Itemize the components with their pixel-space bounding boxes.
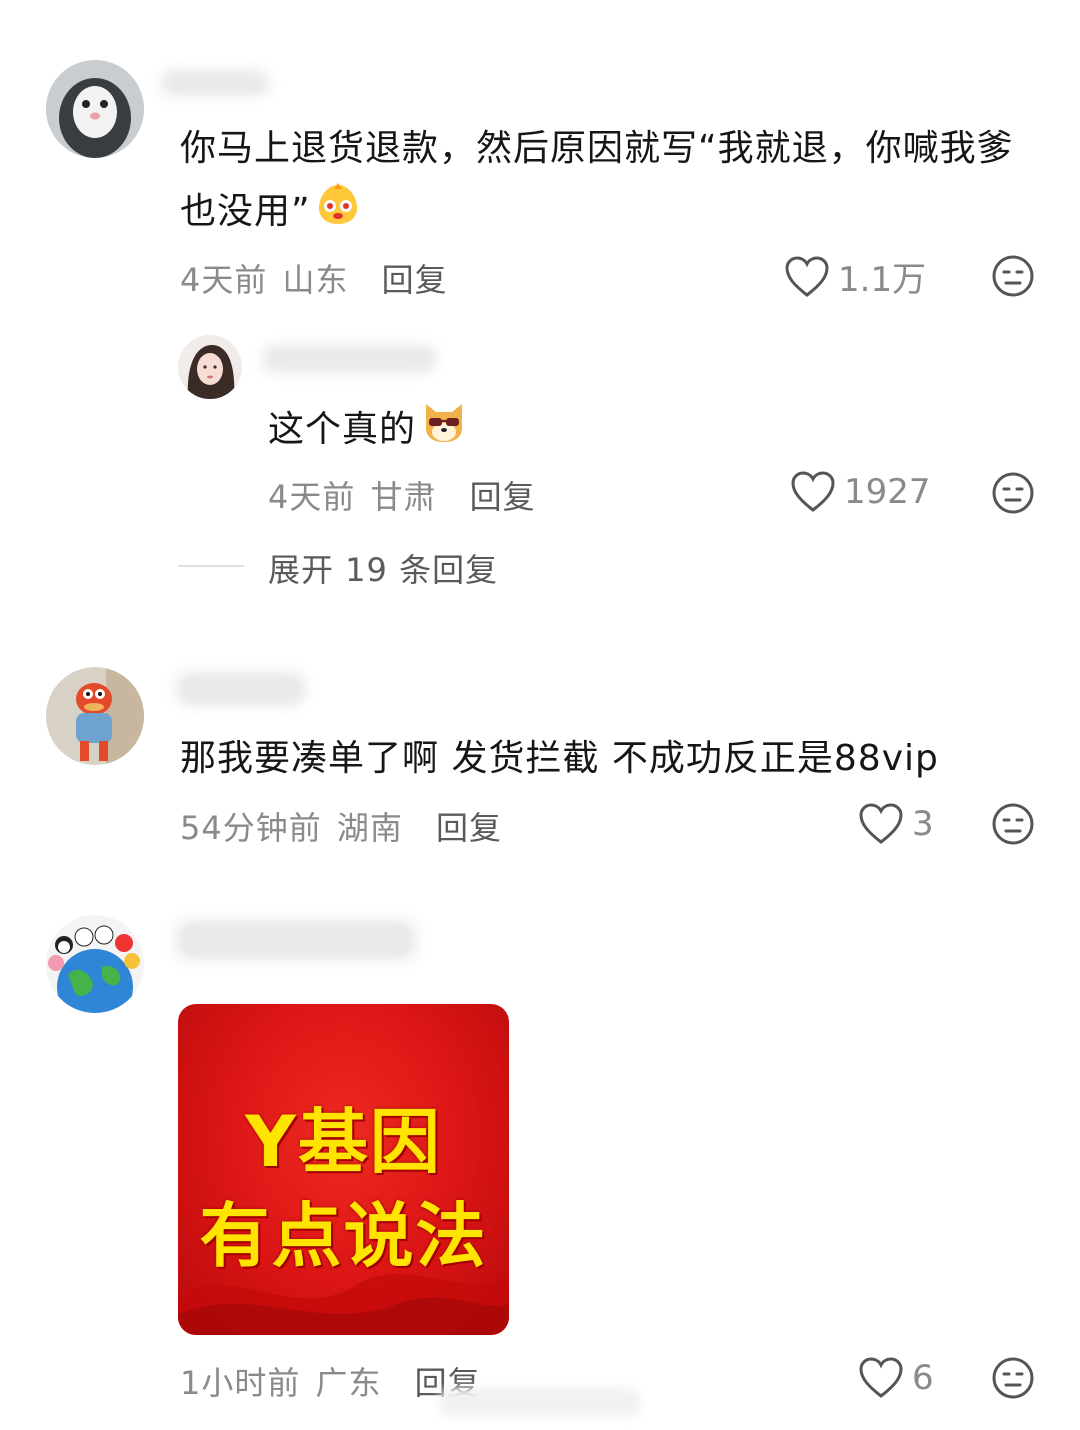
comment-time: 1小时前: [180, 1364, 301, 1402]
reply-button[interactable]: 回复: [436, 809, 502, 847]
neutral-face-icon: [992, 255, 1034, 297]
dislike-button-1[interactable]: [990, 253, 1036, 303]
comment-image-card[interactable]: Y基因 有点说法: [178, 1004, 509, 1335]
comment-text-1: 你马上退货退款，然后原因就写“我就退，你喊我爹也没用”: [180, 118, 1030, 246]
dislike-button-3[interactable]: [990, 1355, 1036, 1405]
avatar-replier-1[interactable]: [178, 335, 242, 399]
expand-replies-button[interactable]: 展开 19 条回复: [268, 545, 498, 591]
comment-location: 湖南: [336, 809, 403, 847]
neutral-face-icon: [992, 1357, 1034, 1399]
username-blurred-4[interactable]: [176, 920, 416, 960]
reply-meta-1: 4天前 甘肃 回复: [268, 472, 536, 518]
dislike-button-reply-1[interactable]: [990, 470, 1036, 520]
comment-location: 广东: [315, 1364, 382, 1402]
heart-outline-icon: [785, 255, 829, 297]
like-button-2[interactable]: 3: [858, 802, 934, 846]
neutral-face-icon: [992, 803, 1034, 845]
comment-meta-1: 4天前 山东 回复: [180, 255, 448, 301]
reply-text-1: 这个真的: [268, 398, 468, 464]
promo-text-line-1: Y基因: [245, 1101, 442, 1183]
neutral-face-icon: [992, 472, 1034, 514]
avatar-commenter-3[interactable]: [46, 915, 144, 1013]
heart-outline-icon: [859, 1357, 903, 1398]
comment-time: 4天前: [180, 261, 268, 299]
like-button-reply-1[interactable]: 1927: [790, 470, 931, 514]
like-count: 3: [912, 804, 934, 844]
reply-location: 甘肃: [370, 478, 437, 516]
heart-outline-icon: [859, 803, 903, 844]
avatar-commenter-1[interactable]: [46, 60, 144, 158]
reply-time: 4天前: [268, 478, 356, 516]
reply-button[interactable]: 回复: [470, 478, 536, 516]
like-count: 1.1万: [838, 260, 927, 300]
reply-button[interactable]: 回复: [382, 261, 448, 299]
comment-time: 54分钟前: [180, 809, 322, 847]
username-blurred-2[interactable]: [262, 345, 437, 373]
expand-replies-divider: [178, 565, 244, 567]
cute-blob-emoji-icon: [315, 180, 361, 246]
avatar-commenter-2[interactable]: [46, 667, 144, 765]
like-button-1[interactable]: 1.1万: [784, 252, 926, 301]
dislike-button-2[interactable]: [990, 801, 1036, 851]
promo-text-line-2: 有点说法: [199, 1195, 488, 1277]
comment-text-2: 那我要凑单了啊 发货拦截 不成功反正是88vip: [180, 738, 939, 779]
dog-sunglasses-emoji-icon: [420, 398, 468, 464]
like-button-3[interactable]: 6: [858, 1356, 934, 1400]
username-blurred-3[interactable]: [176, 672, 306, 706]
like-count: 6: [912, 1358, 934, 1398]
comment-meta-3: 1小时前 广东 回复: [180, 1358, 481, 1404]
comment-location: 山东: [282, 261, 349, 299]
watermark: [440, 1388, 640, 1416]
comment-meta-2: 54分钟前 湖南 回复: [180, 803, 502, 849]
heart-outline-icon: [791, 471, 835, 512]
username-blurred-1[interactable]: [160, 70, 270, 96]
like-count: 1927: [844, 472, 931, 512]
